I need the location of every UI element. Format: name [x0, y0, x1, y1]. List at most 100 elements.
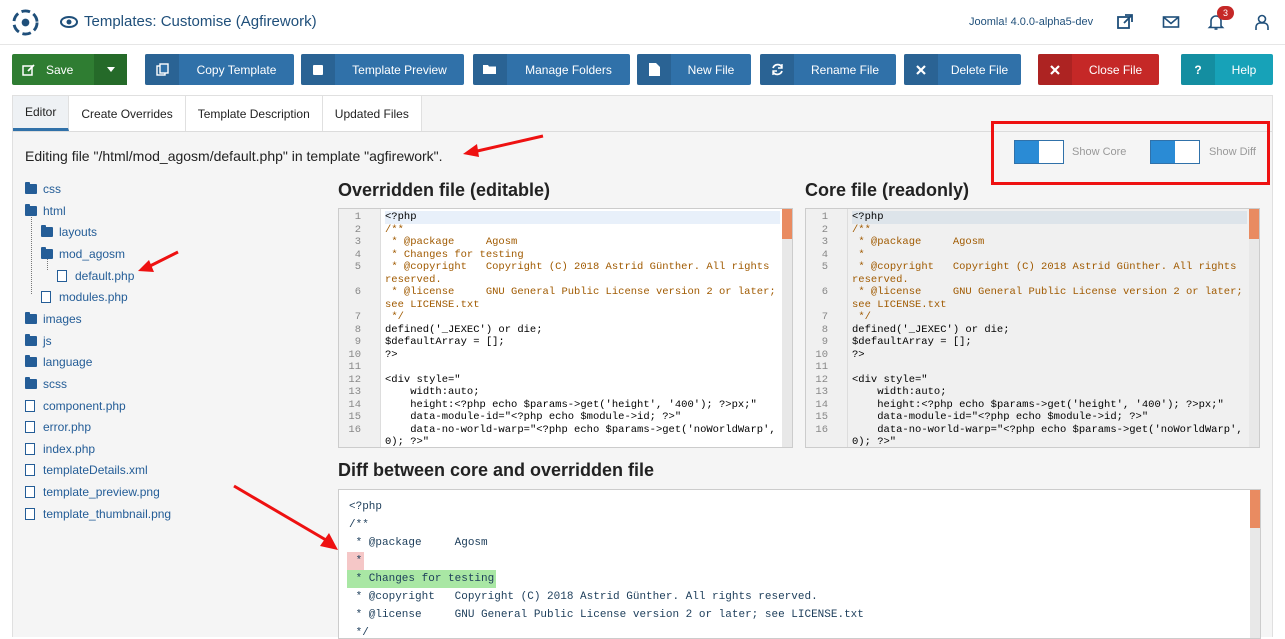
question-icon: ? [1181, 54, 1215, 85]
diff-scrollbar[interactable] [1250, 490, 1260, 638]
line-number: 6 [821, 286, 828, 298]
code-text: data-no-world-warp="<?php echo $params->… [852, 423, 1249, 448]
tab-editor[interactable]: Editor [13, 96, 70, 131]
edit-icon [12, 54, 46, 85]
scrollbar-thumb[interactable] [1250, 490, 1260, 528]
save-dropdown-toggle[interactable] [94, 54, 127, 85]
tree-file-error-php[interactable]: error.php [25, 420, 91, 434]
editor-scrollbar[interactable] [1249, 209, 1259, 447]
new-file-button[interactable]: New File [637, 54, 751, 85]
user-icon[interactable] [1253, 13, 1271, 31]
scrollbar-thumb[interactable] [782, 209, 792, 239]
tree-file-modules-php[interactable]: modules.php [41, 290, 128, 304]
code-line: 13 width:auto; [806, 386, 1247, 399]
code-line: 14 height:<?php echo $params->get('heigh… [806, 399, 1247, 412]
line-number: 14 [815, 398, 828, 411]
diff-line: * @copyright Copyright (C) 2018 Astrid G… [347, 588, 866, 606]
folder-icon [25, 355, 37, 367]
code-line: 2 /** [339, 224, 780, 237]
show-core-toggle[interactable] [1014, 140, 1064, 164]
line-number: 7 [821, 311, 828, 323]
tree-folder-scss[interactable]: scss [25, 377, 67, 391]
tree-folder-css[interactable]: css [25, 182, 61, 196]
diff-code: <?php /** * @package Agosm * * Changes fo… [347, 498, 866, 638]
line-number: 12 [815, 373, 828, 386]
code-text: <?php [385, 211, 780, 224]
tree-folder-layouts[interactable]: layouts [41, 225, 97, 239]
code-line: 7 */ [806, 311, 1247, 324]
tree-file-default-php[interactable]: default.php [57, 269, 134, 283]
tree-file-index-php[interactable]: index.php [25, 442, 95, 456]
tree-folder-js[interactable]: js [25, 334, 52, 348]
tree-folder-html[interactable]: html [25, 204, 66, 218]
tree-folder-language[interactable]: language [25, 355, 92, 369]
tab-updated-files[interactable]: Updated Files [322, 96, 422, 131]
line-number: 10 [348, 348, 361, 361]
help-button[interactable]: ? Help [1181, 54, 1273, 85]
code-text: width:auto; [385, 386, 480, 398]
code-text: <div style=" [385, 373, 461, 386]
line-number: 14 [348, 398, 361, 411]
tree-guide [31, 212, 32, 294]
diff-line-text: * Changes for testing [347, 570, 497, 588]
code-text: /** [385, 223, 404, 236]
app-header: Templates: Customise (Agfirework) Joomla… [0, 0, 1285, 45]
scrollbar-thumb[interactable] [1249, 209, 1259, 239]
code-text: data-module-id="<?php echo $module->id; … [852, 411, 1149, 423]
show-diff-toggle[interactable] [1150, 140, 1200, 164]
code-line: 15 data-module-id="<?php echo $module->i… [806, 411, 1247, 424]
diff-line: * @license GNU General Public License ve… [347, 606, 866, 624]
code-line: 5 * @copyright Copyright (C) 2018 Astrid… [806, 261, 1247, 286]
folder-open-icon [473, 54, 507, 85]
code-line: 14 height:<?php echo $params->get('heigh… [339, 399, 780, 412]
code-line: 16 data-no-world-warp="<?php echo $param… [339, 424, 780, 448]
code-line: 9 $defaultArray = []; [806, 336, 1247, 349]
line-number: 10 [815, 348, 828, 361]
code-line: 3 * @package Agosm [806, 236, 1247, 249]
line-number: 4 [354, 248, 361, 261]
tree-file-templatedetails-xml[interactable]: templateDetails.xml [25, 463, 148, 477]
diff-line: /** [347, 516, 866, 534]
tree-folder-images[interactable]: images [25, 312, 82, 326]
line-number: 5 [821, 261, 828, 273]
overridden-code-editor[interactable]: 1 <?php 2/** 3 * @package Agosm 4 * Changes … [338, 208, 793, 448]
tree-file-template-preview-png[interactable]: template_preview.png [25, 485, 160, 499]
folder-icon [41, 247, 53, 259]
diff-line: * Changes for testing [347, 570, 866, 588]
code-line: 16 data-no-world-warp="<?php echo $param… [806, 423, 1249, 448]
editor-scrollbar[interactable] [782, 209, 792, 447]
delete-file-button[interactable]: Delete File [904, 54, 1021, 85]
code-text: * @license GNU General Public License ve… [385, 286, 782, 311]
template-preview-button[interactable]: Template Preview [301, 54, 464, 85]
tree-folder-mod-agosm[interactable]: mod_agosm [41, 247, 125, 261]
external-link-icon[interactable] [1116, 13, 1134, 31]
code-text: $defaultArray = []; [852, 336, 972, 348]
file-icon [57, 270, 67, 282]
diff-line-text: <?php [349, 501, 383, 513]
line-number: 8 [354, 323, 361, 336]
overridden-code: 1 <?php 2/** 3 * @package Agosm 4 * Changes … [339, 211, 782, 448]
close-file-button[interactable]: Close File [1038, 54, 1159, 85]
line-number: 9 [821, 336, 828, 348]
tab-template-description[interactable]: Template Description [185, 96, 323, 131]
diff-view: <?php /** * @package Agosm * * Changes fo… [338, 489, 1261, 639]
tree-file-component-php[interactable]: component.php [25, 399, 126, 413]
mail-icon[interactable] [1162, 13, 1180, 31]
overridden-file-title: Overridden file (editable) [338, 180, 551, 200]
code-line: 12 <div style=" [806, 374, 1247, 387]
file-icon [25, 421, 35, 433]
code-text: * @copyright Copyright (C) 2018 Astrid G… [385, 261, 776, 286]
code-text: defined('_JEXEC') or die; [385, 323, 543, 336]
copy-template-button[interactable]: Copy Template [145, 54, 294, 85]
tree-file-template-thumbnail-png[interactable]: template_thumbnail.png [25, 507, 171, 521]
rename-file-button[interactable]: Rename File [760, 54, 896, 85]
joomla-logo-icon[interactable] [12, 9, 39, 36]
code-line: 1 <?php [339, 211, 780, 224]
folder-icon [25, 334, 37, 346]
editing-file-text: Editing file "/html/mod_agosm/default.ph… [25, 148, 443, 164]
diff-line: <?php [347, 498, 866, 516]
tab-create-overrides[interactable]: Create Overrides [69, 96, 186, 131]
manage-folders-button[interactable]: Manage Folders [473, 54, 630, 85]
save-button[interactable]: Save [12, 54, 127, 85]
code-text: <div style=" [852, 373, 928, 386]
